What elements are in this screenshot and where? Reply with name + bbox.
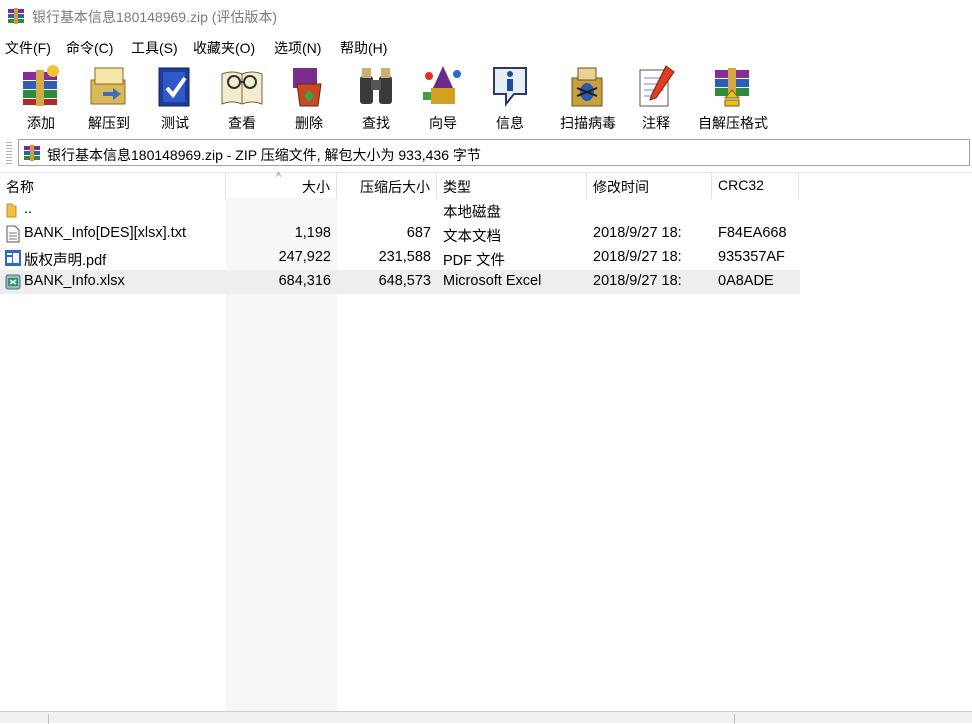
info-label: 信息 bbox=[496, 115, 524, 131]
add-archive-icon bbox=[23, 65, 59, 106]
menu-commands[interactable]: 命令(C) bbox=[66, 38, 113, 58]
menu-bar: 文件(F) 命令(C) 工具(S) 收藏夹(O) 选项(N) 帮助(H) bbox=[0, 34, 972, 58]
virus-scan-button[interactable]: 扫描病毒 bbox=[554, 60, 622, 132]
extract-to-button[interactable]: 解压到 bbox=[78, 60, 140, 132]
menu-favorites[interactable]: 收藏夹(O) bbox=[193, 38, 255, 58]
file-list: .. 本地磁盘 BANK_Info[DES][xlsx].txt 1,198 6… bbox=[0, 198, 972, 711]
add-label: 添加 bbox=[27, 115, 55, 131]
menu-tools[interactable]: 工具(S) bbox=[131, 38, 178, 58]
file-size: 684,316 bbox=[278, 273, 331, 289]
info-icon bbox=[493, 67, 527, 107]
sfx-label: 自解压格式 bbox=[698, 115, 768, 131]
test-icon bbox=[158, 67, 190, 107]
pdf-file-icon bbox=[5, 250, 21, 266]
toolbar-separator bbox=[546, 62, 547, 128]
column-size-label: 大小 bbox=[302, 179, 330, 195]
list-item-selected[interactable]: BANK_Info.xlsx 684,316 648,573 Microsoft… bbox=[0, 270, 800, 294]
sfx-icon bbox=[715, 68, 749, 107]
column-modified-label: 修改时间 bbox=[593, 179, 649, 195]
test-label: 测试 bbox=[161, 115, 189, 131]
view-label: 查看 bbox=[228, 115, 256, 131]
comment-button[interactable]: 注释 bbox=[628, 60, 684, 132]
extract-to-icon bbox=[90, 67, 126, 105]
add-button[interactable]: 添加 bbox=[8, 60, 74, 132]
column-packed-label: 压缩后大小 bbox=[360, 179, 430, 195]
menu-file[interactable]: 文件(F) bbox=[5, 38, 51, 58]
delete-button[interactable]: 删除 bbox=[280, 60, 338, 132]
file-crc32: 0A8ADE bbox=[718, 273, 774, 289]
address-bar-grip[interactable] bbox=[6, 142, 12, 164]
file-name: BANK_Info.xlsx bbox=[24, 273, 125, 289]
title-bar: 银行基本信息180148969.zip (评估版本) bbox=[0, 0, 972, 32]
address-bar: 银行基本信息180148969.zip - ZIP 压缩文件, 解包大小为 93… bbox=[0, 136, 972, 169]
test-button[interactable]: 测试 bbox=[146, 60, 204, 132]
file-crc32: F84EA668 bbox=[718, 225, 787, 241]
column-packed-size[interactable]: 压缩后大小 bbox=[337, 173, 437, 199]
file-size: 247,922 bbox=[278, 249, 331, 265]
wizard-button[interactable]: 向导 bbox=[412, 60, 474, 132]
text-file-icon bbox=[6, 225, 20, 243]
column-type-label: 类型 bbox=[443, 179, 471, 195]
wizard-icon bbox=[423, 66, 461, 104]
delete-label: 删除 bbox=[295, 115, 323, 131]
extract-to-label: 解压到 bbox=[88, 115, 130, 131]
file-type: 本地磁盘 bbox=[443, 205, 501, 221]
column-modified[interactable]: 修改时间 bbox=[587, 173, 712, 199]
file-list-header: 名称 ^ 大小 压缩后大小 类型 修改时间 CRC32 bbox=[0, 171, 972, 199]
info-button[interactable]: 信息 bbox=[480, 60, 540, 132]
address-field[interactable]: 银行基本信息180148969.zip - ZIP 压缩文件, 解包大小为 93… bbox=[18, 139, 970, 166]
menu-options[interactable]: 选项(N) bbox=[274, 38, 321, 58]
file-size: 1,198 bbox=[294, 225, 331, 241]
file-type: PDF 文件 bbox=[443, 253, 506, 269]
column-name-label: 名称 bbox=[6, 179, 34, 195]
list-item-parent-folder[interactable]: .. 本地磁盘 bbox=[0, 198, 800, 222]
window-title: 银行基本信息180148969.zip (评估版本) bbox=[32, 9, 278, 25]
zip-archive-icon bbox=[24, 145, 40, 161]
excel-file-icon bbox=[5, 274, 21, 290]
file-name: .. bbox=[24, 201, 33, 217]
file-name: 版权声明.pdf bbox=[24, 253, 107, 269]
find-button[interactable]: 查找 bbox=[346, 60, 406, 132]
view-icon bbox=[221, 71, 263, 105]
file-packed-size: 648,573 bbox=[378, 273, 431, 289]
column-type[interactable]: 类型 bbox=[437, 173, 587, 199]
menu-help[interactable]: 帮助(H) bbox=[340, 38, 387, 58]
column-name[interactable]: 名称 bbox=[0, 173, 226, 199]
comment-icon bbox=[639, 65, 675, 107]
file-type: 文本文档 bbox=[443, 229, 501, 245]
sfx-button[interactable]: 自解压格式 bbox=[692, 60, 774, 132]
virus-scan-icon bbox=[571, 67, 603, 107]
file-modified: 2018/9/27 18: bbox=[593, 225, 682, 241]
virus-scan-label: 扫描病毒 bbox=[560, 115, 616, 131]
status-bar bbox=[0, 711, 972, 724]
list-item[interactable]: 版权声明.pdf 247,922 231,588 PDF 文件 2018/9/2… bbox=[0, 246, 800, 270]
file-modified: 2018/9/27 18: bbox=[593, 249, 682, 265]
file-name: BANK_Info[DES][xlsx].txt bbox=[24, 225, 186, 241]
file-packed-size: 231,588 bbox=[378, 249, 431, 265]
file-packed-size: 687 bbox=[406, 225, 431, 241]
file-modified: 2018/9/27 18: bbox=[593, 273, 682, 289]
wizard-label: 向导 bbox=[429, 115, 457, 131]
column-crc32[interactable]: CRC32 bbox=[712, 173, 799, 199]
archive-path: 银行基本信息180148969.zip - ZIP 压缩文件, 解包大小为 93… bbox=[47, 147, 481, 163]
column-crc-label: CRC32 bbox=[718, 177, 764, 193]
view-button[interactable]: 查看 bbox=[212, 60, 272, 132]
find-binoculars-icon bbox=[360, 68, 392, 104]
list-item[interactable]: BANK_Info[DES][xlsx].txt 1,198 687 文本文档 … bbox=[0, 222, 800, 246]
file-crc32: 935357AF bbox=[718, 249, 785, 265]
folder-icon bbox=[6, 203, 17, 218]
find-label: 查找 bbox=[362, 115, 390, 131]
comment-label: 注释 bbox=[642, 115, 670, 131]
toolbar: 添加 解压到 测试 查看 删除 查找 向导 信息 扫描病毒 注释 自解压格式 bbox=[0, 58, 972, 136]
file-type: Microsoft Excel bbox=[443, 273, 542, 289]
column-size[interactable]: 大小 bbox=[226, 173, 337, 199]
winrar-app-icon bbox=[8, 8, 24, 24]
delete-icon bbox=[293, 68, 322, 107]
